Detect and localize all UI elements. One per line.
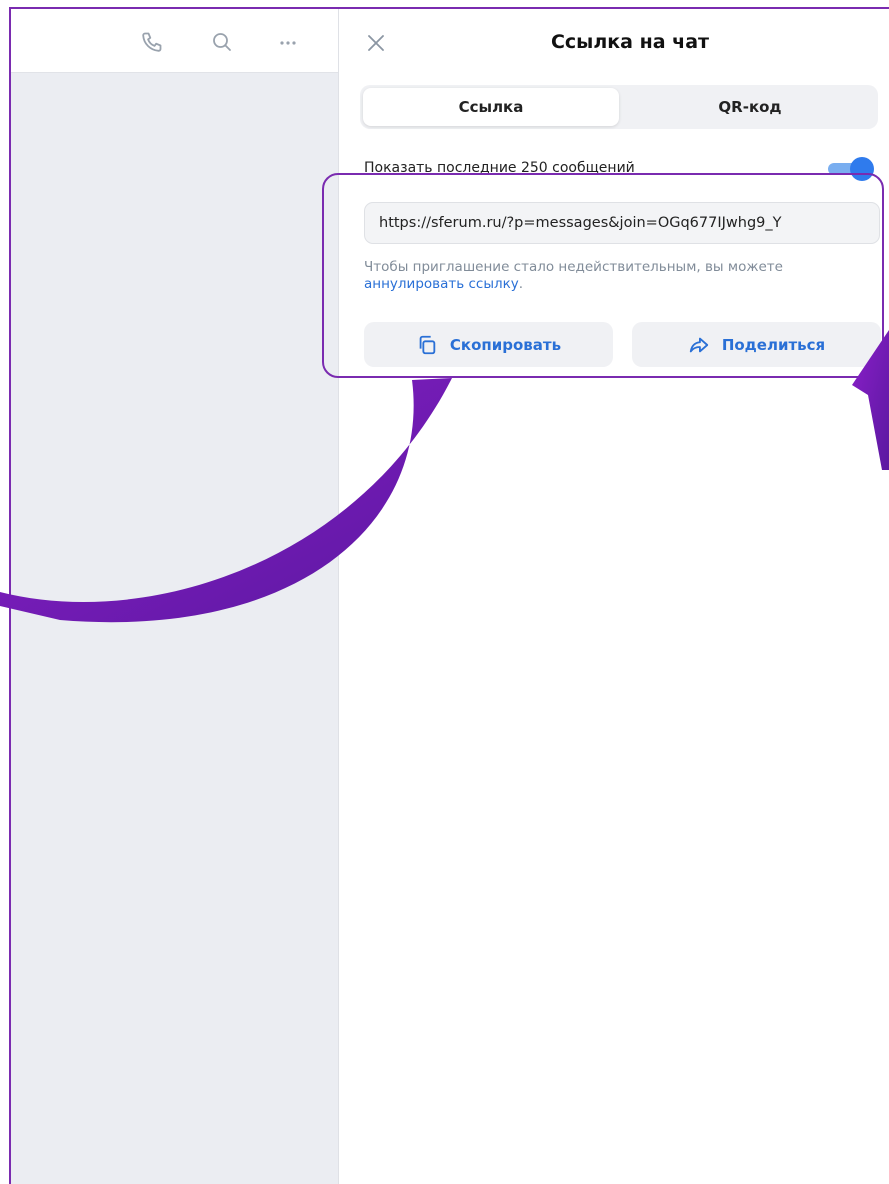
invite-link-field[interactable]	[364, 202, 880, 244]
panel-title: Ссылка на чат	[550, 31, 710, 53]
note-end: .	[518, 276, 524, 292]
note-text: Чтобы приглашение стало недействительным…	[364, 259, 783, 275]
chat-header	[11, 9, 338, 73]
show-messages-row: Показать последние 250 сообщений	[364, 157, 884, 181]
share-icon	[688, 334, 710, 356]
chat-link-panel: Ссылка на чат Ссылка QR-код Показать пос…	[340, 9, 889, 1184]
search-icon[interactable]	[209, 29, 235, 55]
copy-icon	[416, 334, 438, 356]
share-button[interactable]: Поделиться	[632, 322, 881, 367]
panel-header: Ссылка на чат	[340, 9, 889, 73]
copy-label: Скопировать	[449, 335, 562, 354]
chat-pane	[11, 9, 339, 1184]
toggle-knob	[850, 157, 874, 181]
share-label: Поделиться	[721, 335, 826, 354]
tab-switcher: Ссылка QR-код	[360, 85, 878, 129]
tab-link[interactable]: Ссылка	[363, 88, 619, 126]
tab-qr-code[interactable]: QR-код	[622, 88, 878, 126]
app-window: Ссылка на чат Ссылка QR-код Показать пос…	[9, 7, 889, 1184]
more-icon[interactable]	[275, 29, 301, 55]
toggle-label: Показать последние 250 сообщений	[364, 160, 635, 176]
phone-icon[interactable]	[139, 29, 165, 55]
close-icon[interactable]	[364, 31, 388, 55]
show-messages-toggle[interactable]	[826, 157, 876, 181]
copy-button[interactable]: Скопировать	[364, 322, 613, 367]
revoke-note: Чтобы приглашение стало недействительным…	[364, 259, 844, 293]
revoke-link[interactable]: аннулировать ссылку	[364, 276, 519, 292]
